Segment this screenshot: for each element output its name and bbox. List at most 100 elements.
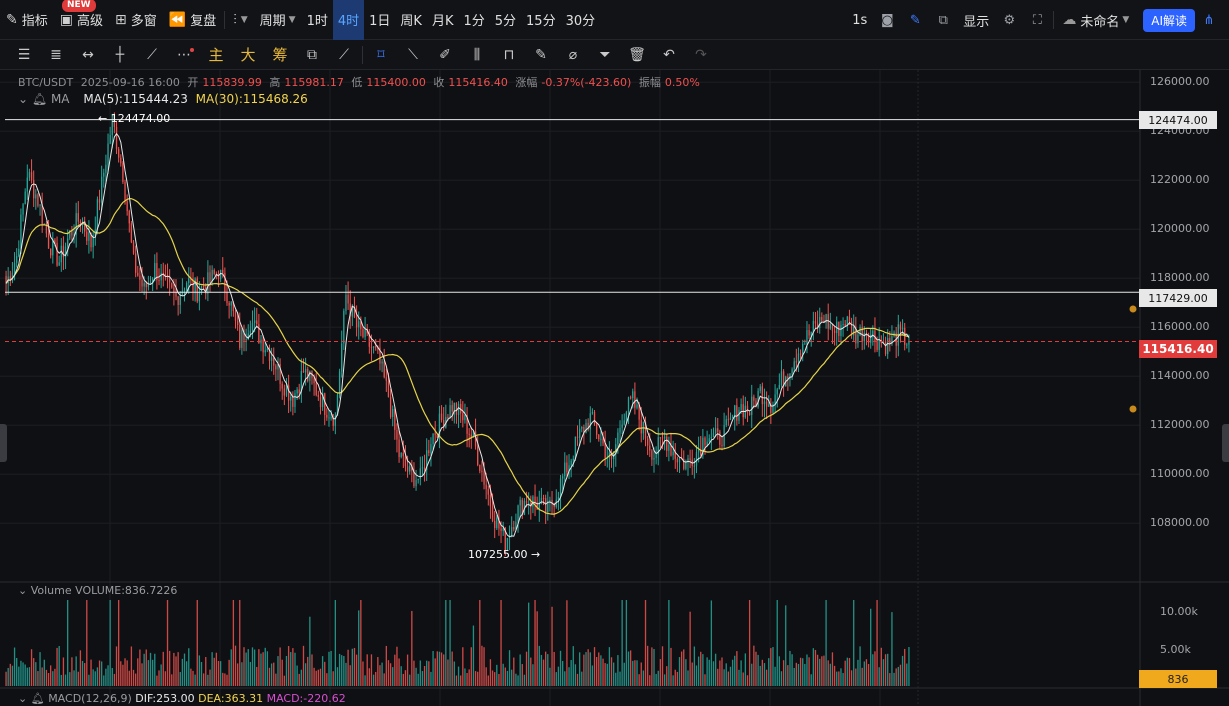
- candle-body: [245, 338, 247, 341]
- volume-bar: [704, 674, 706, 686]
- candle-body: [62, 245, 65, 258]
- candle-body: [251, 323, 254, 331]
- volume-bar: [132, 669, 135, 686]
- volume-bar: [640, 662, 642, 686]
- candle-body: [494, 520, 496, 529]
- candle-body: [79, 221, 82, 223]
- collapse-icon[interactable]: ⌄: [18, 92, 28, 106]
- bell-icon[interactable]: 🔔︎: [31, 692, 45, 705]
- bookmark-icon[interactable]: ⌑: [365, 40, 397, 70]
- period-tab-8[interactable]: 30分: [561, 0, 601, 40]
- volume-bar: [861, 667, 863, 686]
- volume-bar: [729, 666, 732, 686]
- collapse-icon[interactable]: ⌄: [18, 584, 27, 597]
- candle-body: [774, 394, 776, 405]
- share-icon[interactable]: ⋔: [1195, 0, 1223, 40]
- candle-body: [736, 405, 738, 421]
- collapse-icon[interactable]: ⌄: [18, 692, 27, 705]
- more-tools-icon[interactable]: ⋯: [168, 40, 200, 70]
- candle-body: [168, 278, 171, 283]
- volume-bar: [816, 654, 819, 686]
- candle-body: [132, 242, 135, 254]
- period-tab-5[interactable]: 1分: [458, 0, 489, 40]
- period-tab-6[interactable]: 5分: [490, 0, 521, 40]
- ai-analysis-button[interactable]: AI解读: [1143, 8, 1195, 32]
- volume-bar: [205, 657, 207, 686]
- volume-bar: [196, 600, 198, 686]
- erase-icon[interactable]: ⌀: [557, 40, 589, 70]
- volume-bar: [16, 657, 18, 686]
- period-tab-3[interactable]: 周K: [395, 0, 427, 40]
- volume-bar: [385, 645, 387, 686]
- calendar-icon: ▣: [59, 11, 73, 28]
- volume-bar: [213, 657, 215, 686]
- volume-bar: [748, 600, 751, 686]
- multi-window-menu[interactable]: ⊞ 多窗: [109, 0, 163, 40]
- trash-icon[interactable]: 🗑: [621, 40, 653, 70]
- crosshair-line-icon[interactable]: ┼: [104, 40, 136, 70]
- replay-menu[interactable]: ⏪ 复盘: [163, 0, 222, 40]
- horizontal-ray-icon[interactable]: ↔: [72, 40, 104, 70]
- period-tab-4[interactable]: 月K: [427, 0, 459, 40]
- chips-button[interactable]: 筹: [264, 40, 296, 70]
- price-axis-tick: 108000.00: [1150, 516, 1210, 530]
- trendline-icon[interactable]: ⟋: [136, 40, 168, 70]
- indicators-menu[interactable]: ✎ 指标: [0, 0, 54, 40]
- lines-icon[interactable]: ☰: [8, 40, 40, 70]
- ruler-icon[interactable]: ⟍: [397, 40, 429, 70]
- popout-icon[interactable]: ⧉: [929, 0, 957, 40]
- bell-icon[interactable]: 🔔︎: [32, 92, 47, 106]
- pen-icon[interactable]: ✎: [901, 0, 929, 40]
- lock-icon[interactable]: ⊓: [493, 40, 525, 70]
- volume-bar: [481, 645, 483, 686]
- note-icon[interactable]: ✎: [525, 40, 557, 70]
- fullscreen-icon[interactable]: ⛶: [1023, 0, 1051, 40]
- volume-bar: [245, 652, 247, 686]
- interval-selector[interactable]: 1s: [846, 0, 873, 40]
- settings-icon[interactable]: ⚙: [995, 0, 1023, 40]
- magnet-icon[interactable]: ⟋: [328, 40, 360, 70]
- period-tab-7[interactable]: 15分: [521, 0, 561, 40]
- low-annotation-value: 107255.00: [468, 548, 528, 561]
- redo-icon[interactable]: ↷: [685, 40, 717, 70]
- layout-name: 未命名: [1080, 14, 1120, 30]
- period-tab-0[interactable]: 1时: [302, 0, 333, 40]
- volume-bar: [451, 651, 453, 686]
- candle-body: [326, 414, 328, 418]
- volume-bar: [217, 660, 220, 686]
- undo-icon[interactable]: ↶: [653, 40, 685, 70]
- brush-icon[interactable]: ✐: [429, 40, 461, 70]
- big-order-button[interactable]: 大: [232, 40, 264, 70]
- compare-icon[interactable]: ⧉: [296, 40, 328, 70]
- period-tab-2[interactable]: 1日: [364, 0, 395, 40]
- volume-bar: [712, 661, 715, 686]
- volume-bar: [659, 659, 662, 686]
- volume-bar: [757, 654, 759, 686]
- volume-bar: [389, 663, 392, 686]
- volume-bar: [381, 662, 383, 686]
- candle-body: [627, 397, 630, 413]
- volume-bar: [897, 666, 899, 686]
- camera-icon[interactable]: ◙: [873, 0, 901, 40]
- main-indicator-button[interactable]: 主: [200, 40, 232, 70]
- filter-icon[interactable]: ⏷: [589, 40, 621, 70]
- chart-type-dropdown[interactable]: ⫶ ▼: [227, 0, 253, 40]
- kline-icon[interactable]: ⫼: [461, 40, 493, 70]
- layout-dropdown[interactable]: ☁ 未命名 ▼: [1056, 0, 1135, 40]
- volume-bar: [69, 672, 71, 686]
- period-tab-1[interactable]: 4时: [332, 0, 365, 40]
- right-panel-toggle[interactable]: [1222, 424, 1229, 462]
- candle-body: [561, 476, 564, 479]
- period-dropdown[interactable]: 周期 ▼: [254, 0, 302, 40]
- display-menu[interactable]: 显示: [957, 0, 995, 40]
- parallel-lines-icon[interactable]: ≣: [40, 40, 72, 70]
- volume-bar: [370, 654, 373, 686]
- volume-bar: [285, 656, 288, 686]
- volume-bar: [770, 648, 772, 686]
- price-chart[interactable]: [0, 70, 1229, 706]
- volume-bar: [428, 661, 430, 686]
- candle-body: [629, 397, 632, 399]
- volume-bar: [453, 661, 455, 686]
- volume-bar: [672, 675, 674, 686]
- left-panel-toggle[interactable]: [0, 424, 7, 462]
